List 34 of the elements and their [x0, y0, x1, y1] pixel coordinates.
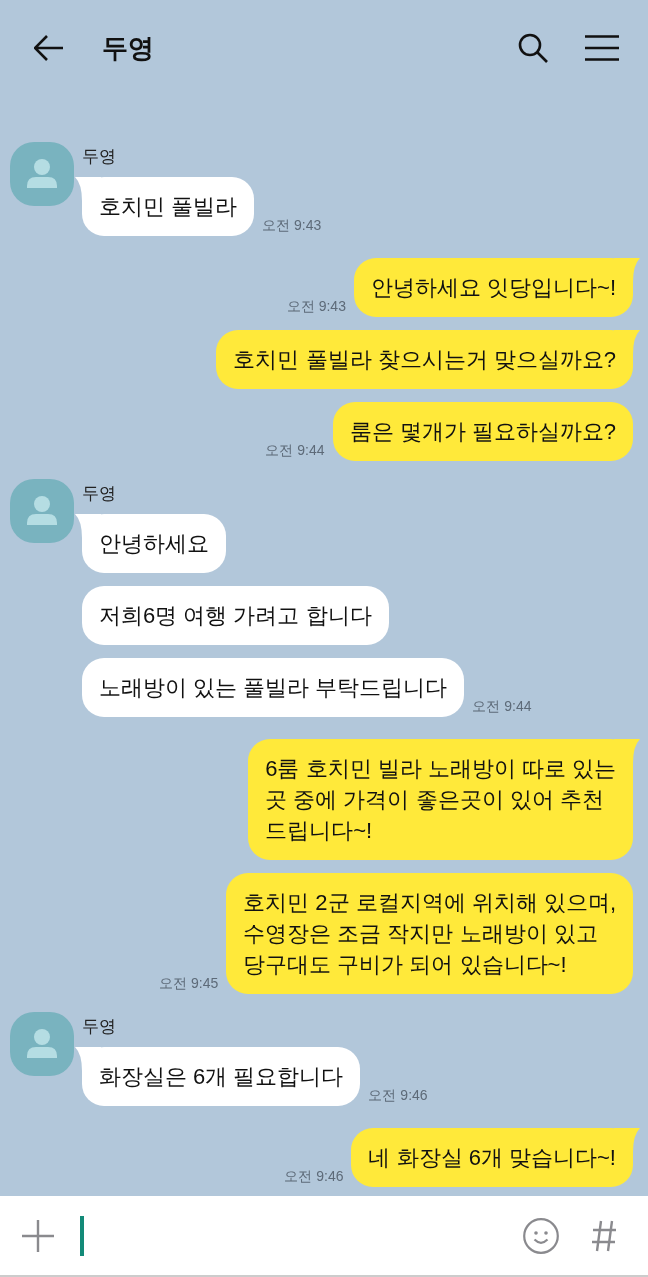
sender-name: 두영	[82, 484, 116, 504]
avatar-icon	[10, 142, 74, 206]
bubble-tail-icon	[614, 1128, 640, 1152]
sender-name: 두영	[82, 1017, 116, 1037]
bubble-tail-icon	[614, 739, 640, 763]
message-bubble: 저희6명 여행 가려고 합니다	[82, 586, 389, 645]
bubble-tail-icon	[614, 258, 640, 282]
search-icon	[518, 32, 548, 63]
bubble-tail-icon	[75, 177, 101, 201]
chat-title: 두영	[102, 31, 154, 64]
message-time: 오전 9:44	[472, 698, 532, 714]
avatar-icon	[10, 479, 74, 543]
message-time: 오전 9:45	[159, 975, 219, 991]
message-time: 오전 9:43	[262, 217, 322, 233]
text-cursor-icon	[80, 1215, 84, 1256]
plus-icon	[22, 1219, 54, 1252]
hash-icon	[591, 1219, 617, 1252]
message-bubble: 호치민 2군 로컬지역에 위치해 있으며, 수영장은 조금 작지만 노래방이 있고 당구대도 구비가 되어 있습니다~!	[226, 873, 633, 994]
message-time: 오전 9:44	[265, 442, 325, 458]
bubble-tail-icon	[75, 514, 101, 538]
avatar-icon	[10, 1012, 74, 1076]
add-button[interactable]	[20, 1217, 56, 1254]
sender-name: 두영	[82, 147, 116, 167]
message-time: 오전 9:46	[284, 1168, 344, 1184]
smiley-icon	[523, 1217, 559, 1254]
menu-icon	[585, 34, 619, 61]
emoji-button[interactable]	[522, 1216, 560, 1255]
message-bubble: 노래방이 있는 풀빌라 부탁드립니다	[82, 658, 465, 717]
message-time: 오전 9:46	[368, 1087, 428, 1103]
bubble-tail-icon	[614, 330, 640, 354]
bubble-tail-icon	[75, 1047, 101, 1071]
back-arrow-icon	[34, 34, 64, 61]
message-bubble: 룸은 몇개가 필요하실까요?	[332, 402, 633, 461]
message-time: 오전 9:43	[286, 298, 346, 314]
